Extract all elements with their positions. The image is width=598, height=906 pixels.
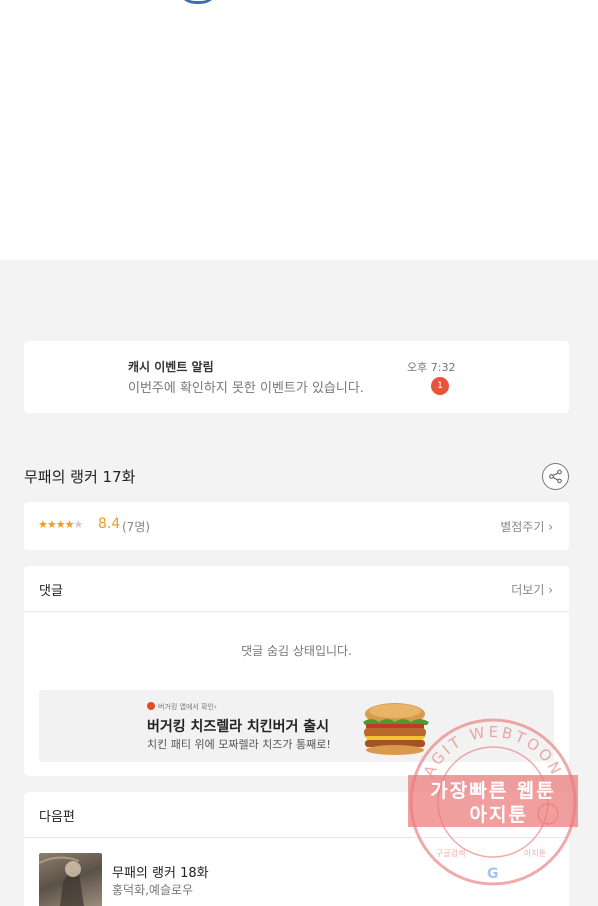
comments-more-link[interactable]: 더보기 ›	[511, 581, 553, 598]
ad-small-text: 버거킹 앱에서 확인›	[147, 702, 217, 712]
watermark-arc-text: AGIT WEBTOON	[420, 723, 566, 780]
event-count-badge: 1	[431, 377, 449, 395]
episode-title: 무패의 랭커 17화	[24, 468, 136, 486]
ad-title: 버거킹 치즈렐라 치킨버거 출시	[147, 719, 330, 735]
ad-small-label: 버거킹 앱에서 확인›	[158, 703, 217, 711]
star-filled-icon: ★	[38, 518, 48, 531]
google-icon: G	[487, 866, 499, 882]
event-title: 캐시 이벤트 알림	[128, 360, 214, 374]
next-episode-title[interactable]: 무패의 랭커 18화	[112, 862, 209, 881]
content-top-area	[0, 0, 598, 260]
brand-dot-icon	[147, 702, 155, 710]
ad-description: 치킨 패티 위에 모짜렐라 치즈가 통째로!	[147, 738, 331, 751]
comments-title: 댓글	[39, 584, 63, 599]
rating-score: 8.4	[98, 516, 121, 532]
next-episode-authors: 홍덕화,예슬로우	[112, 883, 194, 897]
rating-card: ★★★★★ 8.4 (7명) 별점주기 ›	[24, 502, 569, 550]
event-description: 이번주에 확인하지 못한 이벤트가 있습니다.	[128, 381, 364, 396]
star-filled-icon: ★	[46, 518, 57, 531]
share-icon	[549, 469, 562, 484]
rate-button[interactable]: 별점주기 ›	[500, 518, 553, 535]
loading-indicator	[176, 0, 220, 4]
watermark-line2: 아지툰	[469, 804, 528, 826]
comments-hidden-message: 댓글 숨김 상태입니다.	[241, 644, 352, 658]
share-button[interactable]	[542, 463, 569, 490]
thumbnail-art	[39, 856, 84, 906]
rating-stars: ★★★★★	[38, 518, 84, 531]
star-filled-icon: ★	[55, 518, 66, 531]
event-time: 오후 7:32	[407, 361, 456, 374]
divider	[24, 611, 569, 612]
watermark-line1: 가장빠른 웹툰	[430, 780, 556, 802]
rating-count: (7명)	[122, 520, 151, 534]
watermark-bottom-right: 아지툰	[524, 848, 546, 858]
watermark-bottom-left: 구글검색	[436, 848, 465, 858]
star-filled-icon: ★	[64, 518, 75, 531]
next-episode-heading: 다음편	[39, 810, 75, 825]
next-episode-thumbnail[interactable]	[39, 853, 102, 906]
event-notification-card[interactable]: 캐시 이벤트 알림 오후 7:32 이번주에 확인하지 못한 이벤트가 있습니다…	[24, 341, 569, 413]
star-empty-icon: ★	[73, 518, 84, 531]
